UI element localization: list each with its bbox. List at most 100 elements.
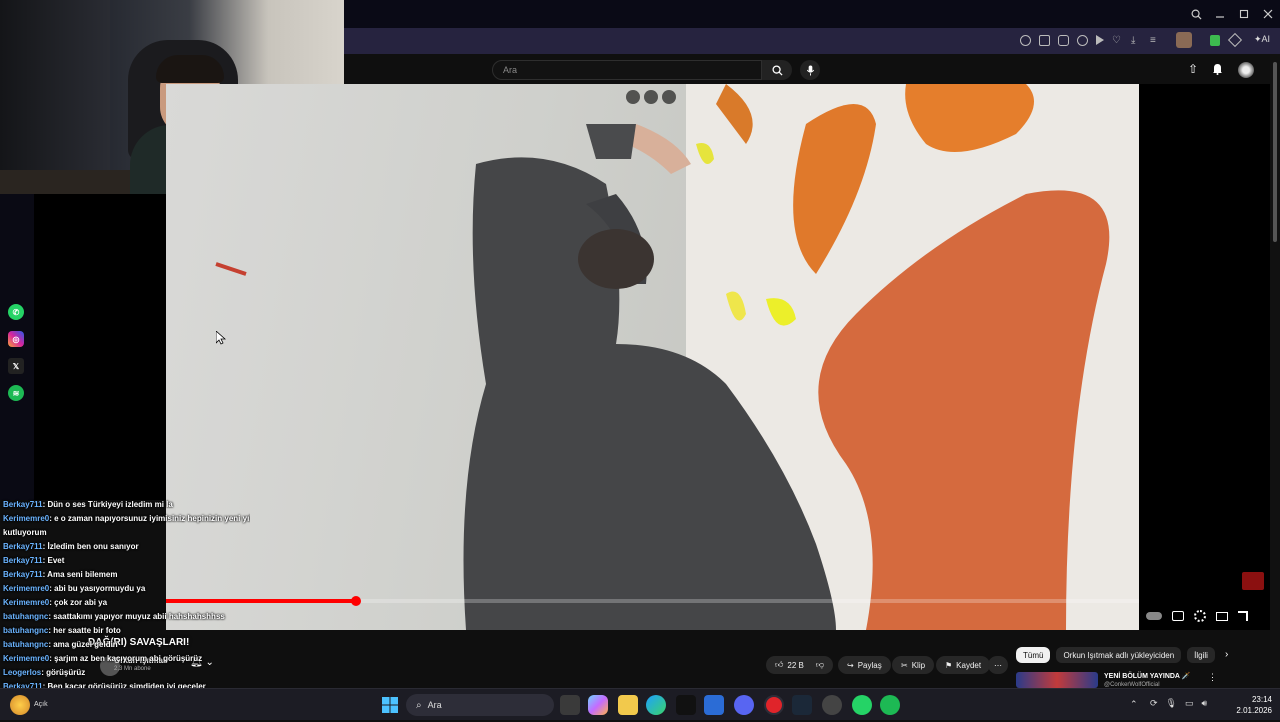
search-icon[interactable] bbox=[1188, 6, 1204, 22]
share-icon: ↪ bbox=[847, 660, 854, 670]
edit-icon[interactable] bbox=[1039, 35, 1050, 46]
chat-message: Kerimemre0: şarjım az ben kaçıyorum abi … bbox=[0, 652, 250, 666]
shield-icon[interactable] bbox=[1077, 35, 1088, 46]
volume-icon[interactable]: 🔊︎ bbox=[1202, 698, 1208, 709]
chat-username[interactable]: batuhangnc bbox=[3, 626, 48, 635]
chat-username[interactable]: batuhangnc bbox=[3, 612, 48, 621]
opera-icon[interactable] bbox=[764, 695, 784, 715]
heart-icon[interactable]: ♡ bbox=[1112, 35, 1123, 46]
recommended-title[interactable]: YENİ BÖLÜM YAYINDA 🗡️ bbox=[1104, 672, 1190, 680]
extension-green-icon[interactable] bbox=[1210, 35, 1220, 46]
sync-icon[interactable]: ⟳ bbox=[1150, 698, 1158, 709]
chat-username[interactable]: Kerimemre0 bbox=[3, 598, 49, 607]
overlay-blank-panel bbox=[34, 194, 166, 500]
chip-all[interactable]: Tümü bbox=[1016, 647, 1051, 663]
chat-text: : Evet bbox=[42, 556, 65, 565]
zoom-icon[interactable] bbox=[1020, 35, 1031, 46]
download-icon[interactable]: ⤓ bbox=[1131, 35, 1142, 46]
chat-message: Berkay711: İzledim ben onu sanıyor bbox=[0, 540, 250, 554]
maximize-icon[interactable] bbox=[1236, 6, 1252, 22]
chat-username[interactable]: Berkay711 bbox=[3, 570, 43, 579]
chat-text: : Ama seni bilemem bbox=[42, 570, 118, 579]
chat-username[interactable]: Berkay711 bbox=[3, 542, 43, 551]
spotify-icon[interactable] bbox=[880, 695, 900, 715]
chevron-right-icon[interactable]: › bbox=[1221, 647, 1232, 663]
spotify-icon[interactable]: ≋ bbox=[8, 385, 24, 401]
chip-uploader[interactable]: Orkun Işıtmak adlı yükleyiciden bbox=[1056, 647, 1182, 663]
chat-username[interactable]: Kerimemre0 bbox=[3, 514, 49, 523]
settings-icon[interactable] bbox=[1194, 610, 1206, 622]
tray-chevron-icon[interactable]: ⌃ bbox=[1130, 699, 1138, 710]
steam-icon[interactable] bbox=[792, 695, 812, 715]
edge-icon[interactable] bbox=[646, 695, 666, 715]
pip-icon[interactable] bbox=[626, 90, 640, 104]
network-icon[interactable]: ▭ bbox=[1185, 698, 1194, 709]
clip-button[interactable]: ✂ Klip bbox=[892, 656, 935, 674]
task-view-icon[interactable] bbox=[560, 695, 580, 715]
more-vert-icon[interactable]: ⋮ bbox=[1208, 672, 1217, 683]
bell-icon[interactable] bbox=[1210, 62, 1224, 76]
avatar[interactable] bbox=[1238, 62, 1254, 78]
clip-icon: ✂ bbox=[901, 660, 908, 670]
windows-start-icon[interactable] bbox=[380, 695, 400, 715]
app-icon[interactable] bbox=[676, 695, 696, 715]
whatsapp-icon[interactable]: ✆ bbox=[8, 304, 24, 320]
play-icon[interactable] bbox=[1096, 35, 1104, 45]
x-icon[interactable]: 𝕏 bbox=[8, 358, 24, 374]
scrollbar-thumb[interactable] bbox=[1273, 62, 1277, 242]
profile-avatar[interactable] bbox=[1176, 32, 1192, 48]
theater-icon[interactable] bbox=[1216, 611, 1228, 621]
page-scrollbar[interactable] bbox=[1270, 54, 1280, 688]
mic-button[interactable] bbox=[800, 60, 820, 80]
progress-scrubber[interactable] bbox=[350, 596, 361, 606]
chat-username[interactable]: Berkay711 bbox=[3, 556, 43, 565]
chat-text: : ama güzel geldin bbox=[48, 640, 118, 649]
chat-username[interactable]: batuhangnc bbox=[3, 640, 48, 649]
search-button[interactable] bbox=[762, 60, 792, 80]
instagram-icon[interactable]: ◎ bbox=[8, 331, 24, 347]
chat-message: Leogerlos: görüşürüz bbox=[0, 666, 250, 680]
fullscreen-icon[interactable] bbox=[1238, 611, 1248, 621]
camera-icon[interactable] bbox=[662, 90, 676, 104]
chat-username[interactable]: Kerimemre0 bbox=[3, 654, 49, 663]
chat-username[interactable]: Leogerlos bbox=[3, 668, 41, 677]
video-progress-bar[interactable] bbox=[166, 596, 1139, 606]
whatsapp-icon[interactable] bbox=[852, 695, 872, 715]
video-player[interactable] bbox=[166, 84, 1139, 630]
copilot-icon[interactable] bbox=[588, 695, 608, 715]
clock-date: 2.01.2026 bbox=[1236, 706, 1272, 715]
minimize-icon[interactable] bbox=[1212, 6, 1228, 22]
effects-icon[interactable] bbox=[644, 90, 658, 104]
mic-icon[interactable]: 🎙︎ bbox=[1166, 698, 1177, 709]
save-button[interactable]: ⚑ Kaydet bbox=[936, 656, 991, 674]
discord-icon[interactable] bbox=[734, 695, 754, 715]
obs-icon[interactable] bbox=[822, 695, 842, 715]
file-explorer-icon[interactable] bbox=[618, 695, 638, 715]
autoplay-toggle[interactable] bbox=[1146, 612, 1162, 620]
camera-icon[interactable] bbox=[1058, 35, 1069, 46]
close-icon[interactable] bbox=[1260, 6, 1276, 22]
subtitles-icon[interactable] bbox=[1172, 611, 1184, 621]
search-input[interactable]: Ara bbox=[492, 60, 762, 80]
chip-related[interactable]: İlgili bbox=[1187, 647, 1215, 663]
chat-username[interactable]: Berkay711 bbox=[3, 500, 43, 509]
share-button[interactable]: ↪ Paylaş bbox=[838, 656, 891, 674]
clock[interactable]: 23:14 2.01.2026 bbox=[1226, 694, 1272, 716]
video-frame bbox=[215, 84, 1139, 630]
recommended-thumbnail[interactable] bbox=[1016, 672, 1098, 688]
player-controls-right bbox=[1146, 610, 1248, 622]
menu-icon[interactable]: ≡ bbox=[1150, 35, 1161, 46]
chat-text: : her saatte bir foto bbox=[48, 626, 121, 635]
taskbar-search[interactable]: ⌕ Ara bbox=[406, 694, 554, 716]
more-button[interactable]: ⋯ bbox=[988, 656, 1008, 674]
weather-icon[interactable] bbox=[10, 695, 30, 715]
share-label: Paylaş bbox=[857, 660, 882, 670]
cube-icon[interactable] bbox=[1227, 32, 1243, 48]
chat-username[interactable]: Kerimemre0 bbox=[3, 584, 49, 593]
chat-message: Kerimemre0: çok zor abi ya bbox=[0, 596, 250, 610]
mail-icon[interactable] bbox=[704, 695, 724, 715]
upload-icon[interactable]: ⇧ bbox=[1186, 62, 1200, 76]
ai-button[interactable]: ✦AI bbox=[1254, 34, 1270, 45]
like-button[interactable]: 👍︎ 22 B 👎︎ bbox=[766, 656, 833, 674]
dislike-icon[interactable]: 👎︎ bbox=[816, 660, 824, 670]
